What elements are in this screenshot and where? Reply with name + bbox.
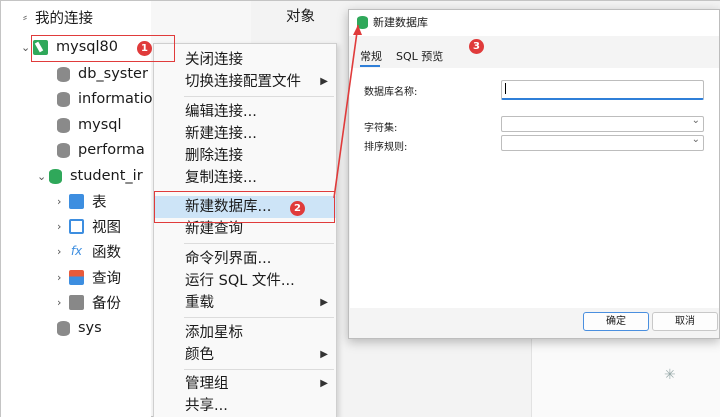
database-label: informatio xyxy=(78,91,153,107)
navigator-pane: ⸗ 我的连接 ⌄ mysql80 db_syster informatio my… xyxy=(1,1,153,417)
text-caret xyxy=(505,83,506,94)
database-item[interactable]: performa xyxy=(57,138,145,162)
database-item[interactable]: mysql xyxy=(57,113,122,137)
chevron-right-icon: ▶ xyxy=(320,76,328,87)
function-icon: fx xyxy=(70,243,83,258)
chevron-down-icon: ⌄ xyxy=(691,134,700,145)
menu-divider xyxy=(184,243,334,244)
annotation-badge: 2 xyxy=(290,201,305,216)
menu-share[interactable]: 共享... xyxy=(154,395,336,417)
charset-label: 字符集: xyxy=(364,123,398,134)
database-icon xyxy=(57,320,70,336)
nav-header-label: 我的连接 xyxy=(35,10,93,27)
cancel-button[interactable]: 取消 xyxy=(652,312,718,331)
chevron-right-icon: ▶ xyxy=(320,349,328,360)
ok-button[interactable]: 确定 xyxy=(583,312,649,331)
active-tab-indicator xyxy=(360,65,380,67)
database-label: student_ir xyxy=(70,168,143,184)
context-menu: 关闭连接 切换连接配置文件 ▶ 编辑连接... 新建连接... 删除连接 复制连接… xyxy=(153,43,337,417)
database-label: sys xyxy=(78,320,102,336)
chevron-right-icon[interactable]: › xyxy=(57,220,69,233)
sparkle-icon: ✳ xyxy=(664,367,676,383)
database-icon xyxy=(57,91,70,107)
info-panel: ✳ xyxy=(531,331,720,417)
chevron-right-icon[interactable]: › xyxy=(57,296,69,309)
tab-general[interactable]: 常规 xyxy=(360,48,382,64)
dialog-titlebar[interactable]: 新建数据库 xyxy=(349,10,719,36)
tree-item-label: 函数 xyxy=(92,244,121,261)
menu-new-connection[interactable]: 新建连接... xyxy=(154,123,336,145)
tab-sql-preview[interactable]: SQL 预览 xyxy=(396,48,443,64)
database-item[interactable]: sys xyxy=(57,316,102,340)
menu-close-connection[interactable]: 关闭连接 xyxy=(154,49,336,71)
dialog-form: 数据库名称: 字符集: ⌄ 排序规则: ⌄ xyxy=(350,68,719,308)
database-student[interactable]: ⌄ student_ir xyxy=(37,164,143,188)
menu-reload[interactable]: 重载 ▶ xyxy=(154,292,336,314)
menu-manage-group[interactable]: 管理组 ▶ xyxy=(154,373,336,395)
dialog-title: 新建数据库 xyxy=(373,16,428,29)
chevron-down-icon[interactable]: ⌄ xyxy=(37,170,49,183)
menu-command-line[interactable]: 命令列界面... xyxy=(154,248,336,270)
chevron-right-icon[interactable]: › xyxy=(57,195,69,208)
menu-run-sql-file[interactable]: 运行 SQL 文件... xyxy=(154,270,336,292)
tree-item-tables[interactable]: › 表 xyxy=(57,189,107,213)
chevron-right-icon[interactable]: › xyxy=(57,271,69,284)
view-icon xyxy=(69,218,84,234)
menu-switch-profile[interactable]: 切换连接配置文件 ▶ xyxy=(154,71,336,93)
menu-color[interactable]: 颜色 ▶ xyxy=(154,344,336,366)
annotation-badge: 1 xyxy=(137,41,152,56)
backup-icon xyxy=(69,294,84,310)
tree-item-views[interactable]: › 视图 xyxy=(57,214,121,238)
chevron-right-icon[interactable]: › xyxy=(57,245,69,258)
menu-divider xyxy=(184,369,334,370)
menu-edit-connection[interactable]: 编辑连接... xyxy=(154,101,336,123)
database-label: mysql xyxy=(78,117,122,133)
new-database-dialog: 新建数据库 常规 SQL 预览 数据库名称: 字符集: ⌄ 排序规则: ⌄ 确定… xyxy=(348,9,720,339)
nav-header: ⸗ 我的连接 xyxy=(23,5,93,29)
annotation-box-new-database xyxy=(154,191,335,223)
collation-select[interactable]: ⌄ xyxy=(501,134,704,151)
database-label: performa xyxy=(78,142,145,158)
database-icon xyxy=(57,66,70,82)
tree-item-label: 视图 xyxy=(92,219,121,236)
menu-divider xyxy=(184,96,334,97)
query-icon xyxy=(69,269,84,285)
tree-item-label: 表 xyxy=(92,194,107,211)
name-label: 数据库名称: xyxy=(364,87,418,98)
chevron-down-icon: ⌄ xyxy=(691,115,700,126)
chevron-right-icon: ▶ xyxy=(320,297,328,308)
table-icon xyxy=(69,193,84,209)
tree-item-functions[interactable]: › fx 函数 xyxy=(57,239,121,263)
database-item[interactable]: db_syster xyxy=(57,62,148,86)
database-label: db_syster xyxy=(78,66,148,82)
database-icon xyxy=(49,168,62,184)
annotation-badge: 3 xyxy=(469,39,484,54)
database-icon xyxy=(57,117,70,133)
tree-item-label: 备份 xyxy=(92,295,121,312)
menu-add-star[interactable]: 添加星标 xyxy=(154,322,336,344)
chevron-right-icon: ▶ xyxy=(320,378,328,389)
tree-item-backups[interactable]: › 备份 xyxy=(57,290,121,314)
tree-item-label: 查询 xyxy=(92,270,121,287)
charset-select[interactable]: ⌄ xyxy=(501,115,704,132)
collation-label: 排序规则: xyxy=(364,142,408,153)
tree-item-queries[interactable]: › 查询 xyxy=(57,265,121,289)
menu-copy-connection[interactable]: 复制连接... xyxy=(154,167,336,189)
annotation-box-connection xyxy=(31,35,175,62)
database-icon xyxy=(57,142,70,158)
database-item[interactable]: informatio xyxy=(57,87,153,111)
database-icon xyxy=(357,16,368,29)
database-name-input[interactable] xyxy=(501,80,704,100)
menu-divider xyxy=(184,317,334,318)
connections-icon: ⸗ xyxy=(23,10,27,24)
objects-tab-title[interactable]: 对象 xyxy=(286,5,315,26)
menu-delete-connection[interactable]: 删除连接 xyxy=(154,145,336,167)
